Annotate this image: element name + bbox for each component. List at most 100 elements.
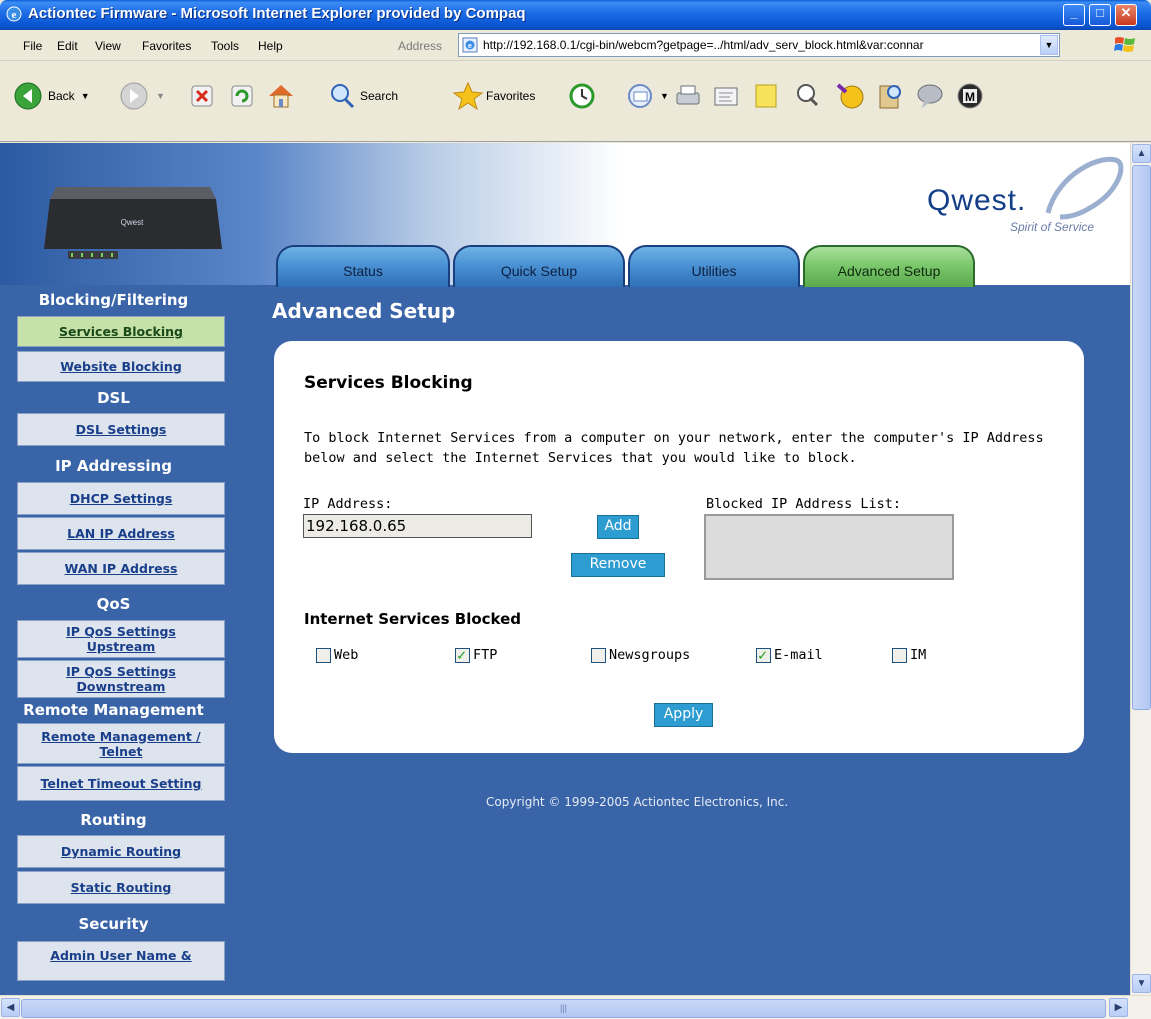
yahoo-messenger-button[interactable] <box>834 76 866 116</box>
home-icon <box>269 85 293 108</box>
mail-icon <box>628 84 652 108</box>
forward-button[interactable]: ▼ <box>118 76 165 116</box>
sticky-note-icon <box>755 84 777 108</box>
tab-utilities[interactable]: Utilities <box>628 245 800 287</box>
menu-help[interactable]: Help <box>258 39 283 53</box>
ip-address-input[interactable]: 192.168.0.65 <box>303 514 532 538</box>
apply-button[interactable]: Apply <box>654 703 713 727</box>
sidebar-head-remote-management: Remote Management <box>23 701 204 719</box>
address-label: Address <box>398 39 443 53</box>
address-bar[interactable]: e http://192.168.0.1/cgi-bin/webcm?getpa… <box>458 33 1060 57</box>
mail-button[interactable]: ▼ <box>626 76 669 116</box>
vertical-scrollbar[interactable]: ▲ ▼ <box>1130 143 1151 995</box>
im-checkbox[interactable] <box>892 647 907 663</box>
maximize-button[interactable]: □ <box>1089 4 1111 26</box>
history-button[interactable] <box>566 76 598 116</box>
page-header: Qwest Qwest. Spirit of Service Status Qu… <box>0 143 1130 287</box>
research-button[interactable] <box>874 76 906 116</box>
sidebar-item-dynamic-routing[interactable]: Dynamic Routing <box>17 835 225 868</box>
window-title: Actiontec Firmware - Microsoft Internet … <box>28 5 526 22</box>
forward-arrow-icon <box>120 82 148 110</box>
remove-button[interactable]: Remove <box>571 553 665 577</box>
sidebar-item-wan-ip-address[interactable]: WAN IP Address <box>17 552 225 585</box>
refresh-button[interactable] <box>226 76 258 116</box>
qwest-tagline: Spirit of Service <box>1010 220 1095 234</box>
sidebar: Blocking/Filtering Services Blocking Web… <box>0 285 227 995</box>
notes-button[interactable] <box>750 76 782 116</box>
newsgroups-label: Newsgroups <box>609 647 691 663</box>
page-viewport: Qwest Qwest. Spirit of Service Status Qu… <box>0 143 1130 995</box>
newsgroups-checkbox[interactable] <box>591 647 606 663</box>
services-blocked-heading: Internet Services Blocked <box>304 610 522 628</box>
back-label: Back <box>48 89 75 103</box>
scroll-left-icon[interactable]: ◀ <box>1 998 20 1017</box>
back-dropdown-icon[interactable]: ▼ <box>81 91 90 101</box>
web-checkbox[interactable] <box>316 647 331 663</box>
add-button[interactable]: Add <box>597 515 639 539</box>
sidebar-item-lan-ip-address[interactable]: LAN IP Address <box>17 517 225 550</box>
sidebar-item-ip-qos-downstream[interactable]: IP QoS Settings Downstream <box>17 660 225 698</box>
service-im[interactable]: IM <box>892 647 926 663</box>
scroll-up-icon[interactable]: ▲ <box>1132 144 1151 163</box>
stop-icon <box>191 85 213 107</box>
mail-dropdown-icon[interactable]: ▼ <box>660 91 669 101</box>
service-web[interactable]: Web <box>316 647 358 663</box>
stop-button[interactable] <box>186 76 218 116</box>
service-ftp[interactable]: ✓ FTP <box>455 645 498 664</box>
favorites-button[interactable]: Favorites <box>452 76 535 116</box>
sidebar-item-admin-user-name[interactable]: Admin User Name & <box>17 941 225 981</box>
scroll-right-icon[interactable]: ▶ <box>1109 998 1128 1017</box>
tab-status[interactable]: Status <box>276 245 450 287</box>
menu-file[interactable]: File <box>23 39 42 53</box>
tab-advanced-setup[interactable]: Advanced Setup <box>803 245 975 287</box>
sidebar-item-website-blocking[interactable]: Website Blocking <box>17 351 225 382</box>
blocked-ip-list[interactable] <box>704 514 954 580</box>
sidebar-item-static-routing[interactable]: Static Routing <box>17 871 225 904</box>
edit-button[interactable] <box>710 76 742 116</box>
discuss-button[interactable] <box>914 76 946 116</box>
blocked-list-label: Blocked IP Address List: <box>706 496 902 512</box>
messenger-button[interactable] <box>792 76 824 116</box>
close-button[interactable]: ✕ <box>1115 4 1137 26</box>
refresh-icon <box>231 85 253 107</box>
menu-edit[interactable]: Edit <box>57 39 78 53</box>
email-checkbox[interactable]: ✓ <box>756 646 771 664</box>
ftp-checkbox[interactable]: ✓ <box>455 645 470 664</box>
sidebar-item-telnet-timeout[interactable]: Telnet Timeout Setting <box>17 766 225 801</box>
back-button[interactable]: Back ▼ <box>12 76 90 116</box>
menu-view[interactable]: View <box>95 39 121 53</box>
search-label: Search <box>360 89 399 103</box>
sidebar-item-ip-qos-upstream[interactable]: IP QoS Settings Upstream <box>17 620 225 658</box>
home-button[interactable] <box>265 76 297 116</box>
menu-tools[interactable]: Tools <box>211 39 239 53</box>
sidebar-head-ip-addressing: IP Addressing <box>55 457 172 475</box>
search-icon <box>331 84 355 109</box>
title-bar: e Actiontec Firmware - Microsoft Interne… <box>0 0 1151 30</box>
sidebar-item-dsl-settings[interactable]: DSL Settings <box>17 413 225 446</box>
forward-dropdown-icon[interactable]: ▼ <box>156 91 165 101</box>
menu-favorites[interactable]: Favorites <box>142 39 191 53</box>
check-mark-icon: ✓ <box>457 645 467 664</box>
sidebar-head-routing: Routing <box>80 811 147 829</box>
horizontal-scroll-thumb[interactable]: ||| <box>21 999 1106 1018</box>
horizontal-scrollbar[interactable]: ◀ ||| ▶ <box>0 995 1151 1019</box>
tab-quick-setup[interactable]: Quick Setup <box>453 245 625 287</box>
service-email[interactable]: ✓ E-mail <box>756 646 823 664</box>
media-button[interactable]: M <box>954 76 986 116</box>
ftp-label: FTP <box>473 647 498 663</box>
search-button[interactable]: Search <box>326 76 398 116</box>
scroll-down-icon[interactable]: ▼ <box>1132 974 1151 993</box>
sidebar-item-services-blocking[interactable]: Services Blocking <box>17 316 225 347</box>
sidebar-item-remote-management-telnet[interactable]: Remote Management / Telnet <box>17 723 225 764</box>
minimize-button[interactable]: _ <box>1063 4 1085 26</box>
sidebar-head-blocking-filtering: Blocking/Filtering <box>38 291 189 309</box>
edit-icon <box>714 87 738 106</box>
print-button[interactable] <box>672 76 704 116</box>
print-icon <box>676 85 700 105</box>
address-dropdown-icon[interactable]: ▼ <box>1040 35 1058 55</box>
speech-bubble-icon <box>917 84 943 108</box>
service-newsgroups[interactable]: Newsgroups <box>591 647 690 663</box>
sidebar-item-dhcp-settings[interactable]: DHCP Settings <box>17 482 225 515</box>
qwest-brand-name: Qwest. <box>927 184 1027 217</box>
vertical-scroll-thumb[interactable] <box>1132 165 1151 710</box>
